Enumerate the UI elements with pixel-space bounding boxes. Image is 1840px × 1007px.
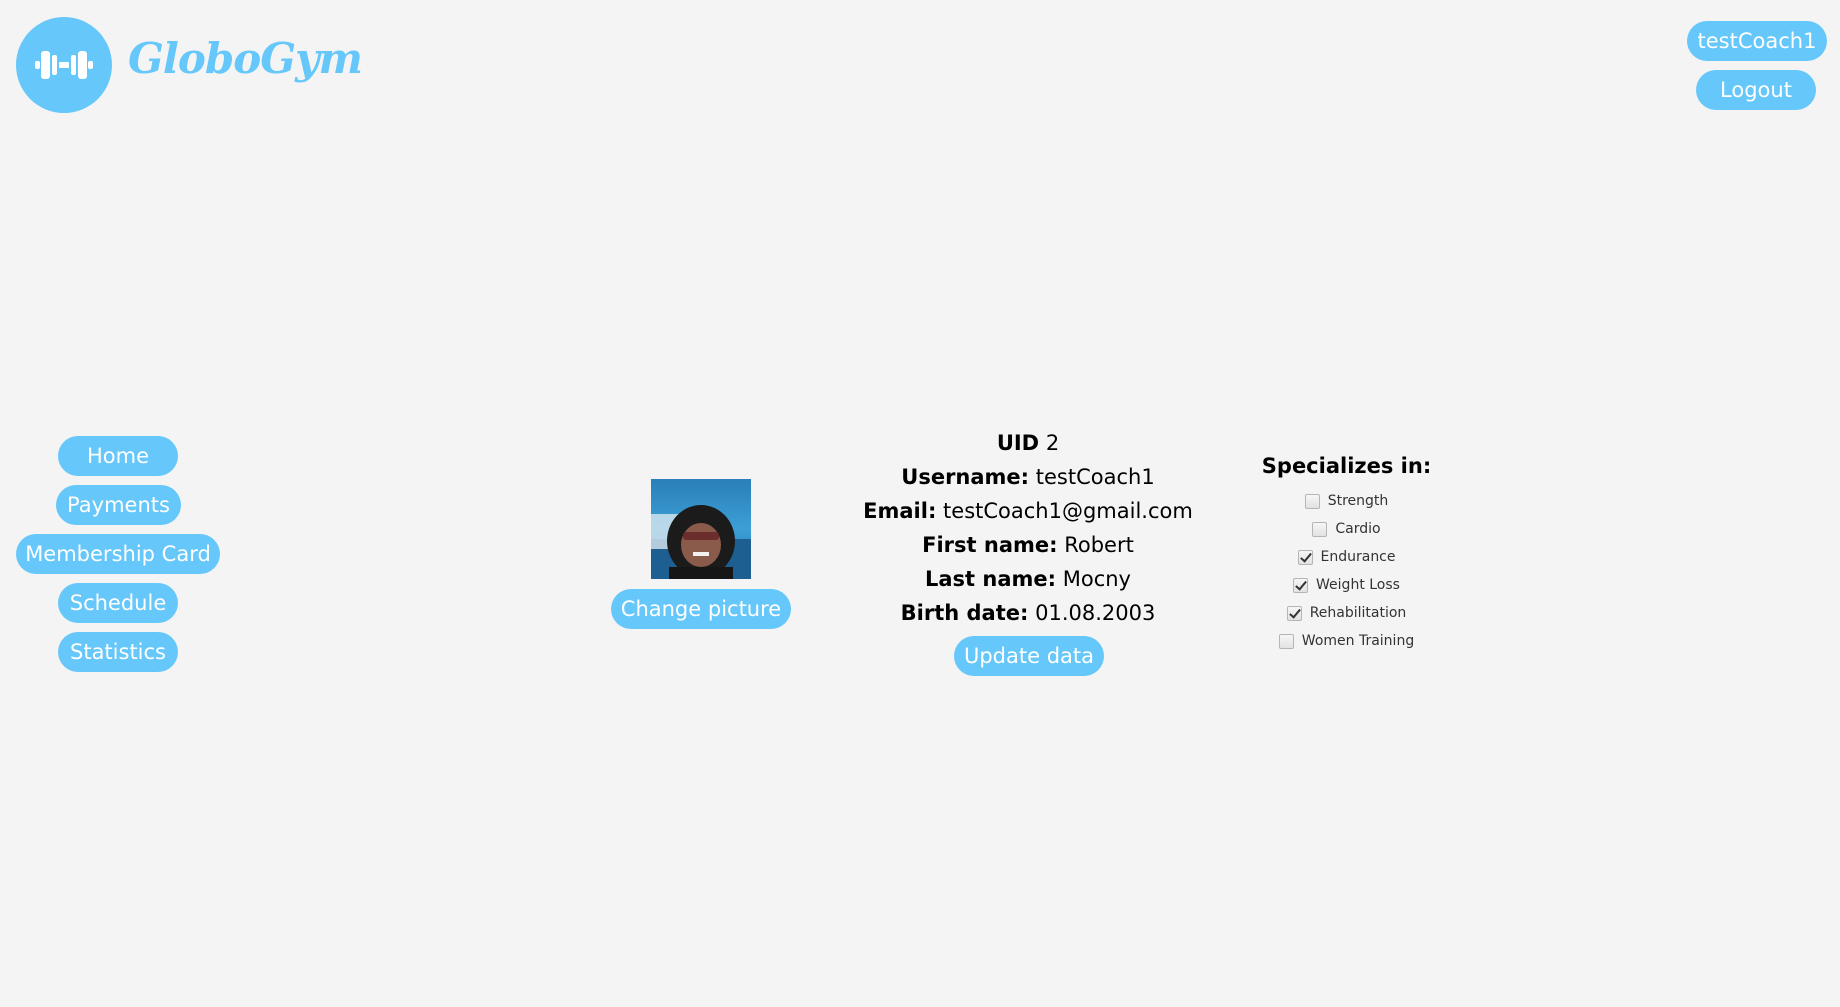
birth-date-value: 01.08.2003: [1035, 601, 1156, 625]
sidebar-item-schedule[interactable]: Schedule: [58, 583, 178, 623]
uid-label: UID: [996, 431, 1040, 455]
last-name-value: Mocny: [1062, 567, 1131, 591]
checkbox[interactable]: [1278, 633, 1294, 649]
first-name-label: First name:: [922, 533, 1058, 557]
spec-rehabilitation[interactable]: Rehabilitation: [1240, 603, 1453, 623]
checkbox[interactable]: [1312, 521, 1328, 537]
last-name-label: Last name:: [925, 567, 1057, 591]
email-row: Email: testCoach1@gmail.com: [848, 494, 1208, 528]
update-data-button[interactable]: Update data: [954, 636, 1104, 676]
birth-date-label: Birth date:: [900, 601, 1029, 625]
sidebar-item-membership-card[interactable]: Membership Card: [16, 534, 220, 574]
sidebar-item-statistics[interactable]: Statistics: [58, 632, 178, 672]
sidebar-item-home[interactable]: Home: [58, 436, 178, 476]
checkbox-label: Endurance: [1320, 549, 1396, 565]
uid-row: UID 2: [848, 426, 1208, 460]
first-name-value: Robert: [1064, 533, 1134, 557]
brand-name: GloboGym: [128, 34, 363, 83]
email-label: Email:: [863, 499, 937, 523]
last-name-row: Last name: Mocny: [848, 562, 1208, 596]
checkbox[interactable]: [1286, 605, 1302, 621]
checkbox-label: Cardio: [1335, 521, 1381, 537]
checkbox-label: Strength: [1327, 493, 1389, 509]
checkbox[interactable]: [1293, 577, 1309, 593]
spec-weight-loss[interactable]: Weight Loss: [1240, 575, 1453, 595]
checkbox-label: Women Training: [1301, 633, 1415, 649]
dumbbell-icon: [35, 51, 93, 79]
spec-strength[interactable]: Strength: [1240, 491, 1453, 511]
username-value: testCoach1: [1035, 465, 1155, 489]
logout-button[interactable]: Logout: [1696, 70, 1816, 110]
checkbox-label: Weight Loss: [1316, 577, 1400, 593]
email-value: testCoach1@gmail.com: [943, 499, 1193, 523]
specializations-title: Specializes in:: [1261, 454, 1432, 478]
sidebar-item-payments[interactable]: Payments: [56, 485, 181, 525]
change-picture-button[interactable]: Change picture: [611, 589, 791, 629]
checkbox-label: Rehabilitation: [1309, 605, 1407, 621]
spec-endurance[interactable]: Endurance: [1240, 547, 1453, 567]
spec-cardio[interactable]: Cardio: [1240, 519, 1453, 539]
checkbox[interactable]: [1297, 549, 1313, 565]
user-button[interactable]: testCoach1: [1687, 21, 1827, 61]
username-label: Username:: [901, 465, 1030, 489]
first-name-row: First name: Robert: [848, 528, 1208, 562]
username-row: Username: testCoach1: [848, 460, 1208, 494]
logo: [16, 17, 112, 113]
checkbox[interactable]: [1304, 493, 1320, 509]
uid-value: 2: [1045, 431, 1060, 455]
profile-photo: [651, 479, 751, 579]
birth-date-row: Birth date: 01.08.2003: [848, 596, 1208, 630]
spec-women-training[interactable]: Women Training: [1240, 631, 1453, 651]
